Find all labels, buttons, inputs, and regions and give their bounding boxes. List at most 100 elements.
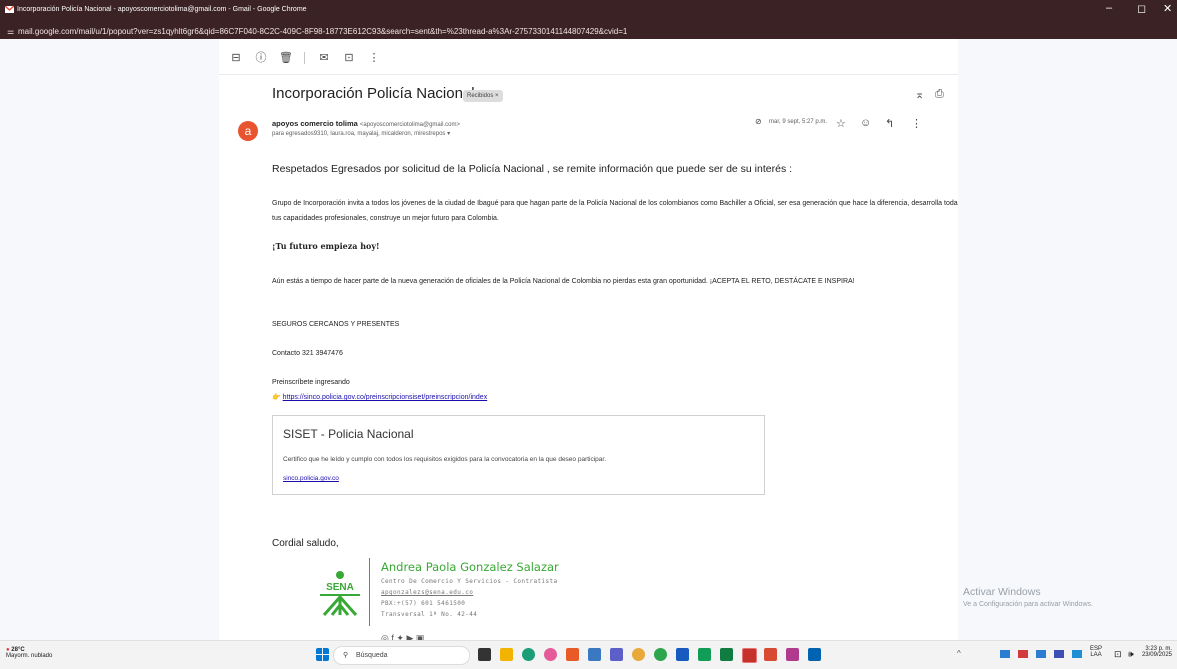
signature-email[interactable]: apgonzalezs@sena.edu.co <box>381 589 473 596</box>
weather-desc: Mayorm. nublado <box>6 653 53 659</box>
lang-layout: LAA <box>1090 652 1102 658</box>
social-icons: ◎ f ✦ ▶ ▣ <box>381 633 424 640</box>
search-icon: ⚲ <box>343 652 349 659</box>
email-view: ⊟ ⓘ 🗑 ✉ ⊡ ⋮ Incorporación Policía Nacion… <box>219 39 958 640</box>
tray-icon-3[interactable] <box>1036 650 1046 658</box>
pointing-hand-icon: 👉 <box>272 394 281 401</box>
left-gutter <box>0 39 219 640</box>
svg-text:SENA: SENA <box>326 582 354 593</box>
word-icon[interactable] <box>676 648 689 661</box>
site-settings-icon[interactable]: ⚌ <box>7 27 14 36</box>
windows-start-icon[interactable] <box>316 648 329 661</box>
attachment-icon: ⊘ <box>755 117 762 126</box>
signature-phone: PBX:+(57) 601 5461500 <box>381 600 466 607</box>
taskbar-search[interactable]: ⚲ Búsqueda <box>333 646 470 665</box>
volume-icon[interactable]: 🕪 <box>1128 649 1134 660</box>
more-options-icon[interactable]: ⋮ <box>367 51 381 65</box>
link-line: 👉 https://sinco.policia.gov.co/preinscri… <box>272 390 958 405</box>
right-gutter <box>958 39 1177 640</box>
windows-taskbar: ● 28°C Mayorm. nublado ⚲ Búsqueda ^ ESP … <box>0 640 1177 669</box>
more-actions-icon[interactable]: ⋮ <box>911 117 922 130</box>
tray-icon-1[interactable] <box>1000 650 1010 658</box>
preinscribete-text: Preinscríbete ingresando <box>272 379 350 386</box>
collapse-all-icon[interactable]: ⌅ <box>915 88 924 101</box>
toolbar-separator <box>219 74 958 75</box>
app-icon-6[interactable] <box>786 648 799 661</box>
inbox-label-chip[interactable]: Recibidos × <box>463 90 503 102</box>
app-icon-3[interactable] <box>654 648 667 661</box>
star-icon[interactable]: ☆ <box>836 117 846 130</box>
move-to-icon[interactable]: ⊡ <box>342 51 356 65</box>
paragraph-invitation: Grupo de Incorporación invita a todos lo… <box>272 200 958 222</box>
email-date: mar, 9 sept, 5:27 p.m. <box>769 119 828 125</box>
sender-avatar[interactable]: a <box>238 121 258 141</box>
app-icon-1[interactable] <box>544 648 557 661</box>
email-greeting: Respetados Egresados por solicitud de la… <box>272 163 793 175</box>
linkedin-icon[interactable]: ▣ <box>416 633 425 640</box>
emoji-reaction-icon[interactable]: ☺ <box>860 117 871 129</box>
weather-widget[interactable]: ● 28°C Mayorm. nublado <box>6 647 52 659</box>
url-text[interactable]: mail.google.com/mail/u/1/popout?ver=zs1q… <box>18 27 627 36</box>
tray-expand-icon[interactable]: ^ <box>957 649 961 658</box>
teams-icon[interactable] <box>610 648 623 661</box>
clock-date: 23/09/2025 <box>1141 652 1172 658</box>
clock[interactable]: 3:23 p. m. 23/09/2025 <box>1134 646 1172 658</box>
chrome-icon[interactable] <box>632 648 645 661</box>
report-spam-icon[interactable]: ⓘ <box>254 51 268 65</box>
maximize-button[interactable]: ◻ <box>1137 2 1146 15</box>
seguros-text: SEGUROS CERCANOS Y PRESENTES <box>272 321 400 328</box>
tray-icon-4[interactable] <box>1054 650 1064 658</box>
paragraph-opportunity: Aún estás a tiempo de hacer parte de la … <box>272 278 855 285</box>
card-description: Certifico que he leído y cumplo con todo… <box>283 456 607 463</box>
sena-logo: SENA <box>320 571 360 616</box>
task-view-icon[interactable] <box>478 648 491 661</box>
mark-unread-icon[interactable]: ✉ <box>317 51 331 65</box>
reply-icon[interactable]: ↰ <box>885 117 894 130</box>
link-preview-card[interactable]: SISET - Policia Nacional Certifico que h… <box>272 415 765 495</box>
excel-icon[interactable] <box>720 648 733 661</box>
app-icon-5[interactable] <box>764 648 777 661</box>
registration-link[interactable]: https://sinco.policia.gov.co/preinscripc… <box>283 394 488 401</box>
minimize-button[interactable]: – <box>1106 2 1112 14</box>
file-explorer-icon[interactable] <box>500 648 513 661</box>
signature-name: Andrea Paola Gonzalez Salazar <box>381 560 559 574</box>
recipients-list[interactable]: para egresados9310, laura.roa, mayalaj, … <box>272 130 450 137</box>
signature-divider <box>369 558 370 626</box>
signature-address: Transversal 1ª No. 42-44 <box>381 611 478 618</box>
facebook-icon[interactable]: f <box>391 633 394 640</box>
card-title: SISET - Policia Nacional <box>283 427 414 441</box>
language-indicator[interactable]: ESP LAA <box>1090 646 1102 658</box>
close-button[interactable]: ✕ <box>1163 2 1172 15</box>
search-placeholder: Búsqueda <box>356 652 388 659</box>
app-icon-4[interactable] <box>698 648 711 661</box>
tray-icon-5[interactable] <box>1072 650 1082 658</box>
card-domain-link[interactable]: sinco.policia.gov.co <box>283 475 339 482</box>
delete-icon[interactable]: 🗑 <box>279 51 293 65</box>
sender-info: apoyos comercio tolima <apoyoscomercioto… <box>272 119 460 128</box>
windows-activation-hint: Ve a Configuración para activar Windows. <box>963 601 1093 608</box>
toolbar-divider <box>304 52 305 64</box>
app-icon-2[interactable] <box>588 648 601 661</box>
tray-icon-2[interactable] <box>1018 650 1028 658</box>
instagram-icon[interactable]: ◎ <box>381 633 389 640</box>
acrobat-icon[interactable] <box>742 648 757 663</box>
signoff: Cordial saludo, <box>272 538 339 549</box>
window-title: Incorporación Policía Nacional - apoyosc… <box>17 6 307 13</box>
sender-email: <apoyoscomerciotolima@gmail.com> <box>359 122 460 128</box>
app-icon-7[interactable] <box>808 648 821 661</box>
window-titlebar[interactable]: Incorporación Policía Nacional - apoyosc… <box>0 0 1177 25</box>
slogan: ¡Tu futuro empieza hoy! <box>272 241 380 251</box>
email-subject: Incorporación Policía Nacional <box>272 85 475 102</box>
windows-activation-title: Activar Windows <box>963 586 1041 598</box>
gmail-icon <box>5 6 14 13</box>
archive-icon[interactable]: ⊟ <box>229 51 243 65</box>
network-icon[interactable]: ⊡ <box>1114 649 1122 660</box>
address-bar[interactable]: ⚌ mail.google.com/mail/u/1/popout?ver=zs… <box>0 25 1177 39</box>
edge-icon[interactable] <box>522 648 535 661</box>
youtube-icon[interactable]: ▶ <box>406 633 413 640</box>
contact-text: Contacto 321 3947476 <box>272 350 343 357</box>
sender-name[interactable]: apoyos comercio tolima <box>272 119 358 128</box>
twitter-icon[interactable]: ✦ <box>396 633 404 640</box>
brave-icon[interactable] <box>566 648 579 661</box>
print-icon[interactable]: ⎙ <box>935 88 944 101</box>
